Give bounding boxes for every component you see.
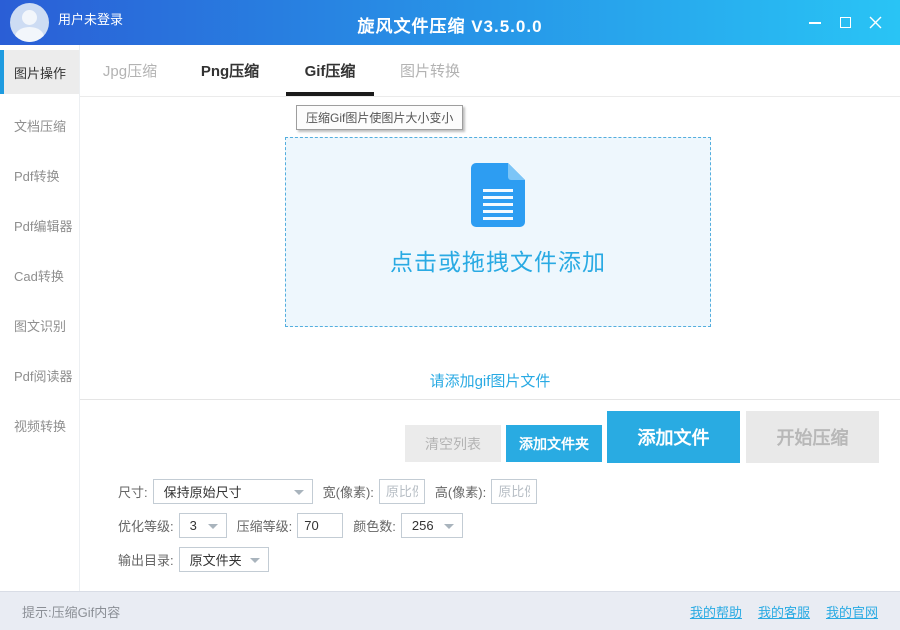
add-folder-button[interactable]: 添加文件夹 bbox=[506, 425, 602, 462]
compress-level-input[interactable] bbox=[297, 513, 343, 538]
quality-settings-row: 优化等级: 3 压缩等级: 颜色数: 256 bbox=[118, 513, 900, 538]
help-link[interactable]: 我的帮助 bbox=[690, 602, 742, 621]
tab-jpg-compress[interactable]: Jpg压缩 bbox=[80, 45, 180, 96]
optimize-dropdown[interactable]: 3 bbox=[179, 513, 227, 538]
status-bar: 提示:压缩Gif内容 我的帮助 我的客服 我的官网 bbox=[0, 591, 900, 630]
clear-list-button[interactable]: 清空列表 bbox=[405, 425, 501, 462]
minimize-icon bbox=[809, 22, 821, 24]
chevron-down-icon bbox=[294, 490, 304, 495]
title-bar: 用户未登录 旋风文件压缩 V3.5.0.0 bbox=[0, 0, 900, 45]
action-button-row: 清空列表 添加文件夹 添加文件 开始压缩 bbox=[80, 399, 900, 472]
sidebar-item-pdf-editor[interactable]: Pdf编辑器 bbox=[0, 200, 79, 250]
close-icon bbox=[869, 16, 882, 29]
tab-png-compress[interactable]: Png压缩 bbox=[180, 45, 280, 96]
output-dir-label: 输出目录: bbox=[118, 550, 174, 569]
compress-level-label: 压缩等级: bbox=[237, 516, 293, 535]
settings-panel: 尺寸: 保持原始尺寸 宽(像素): 高(像素): 优化等级: 3 bbox=[80, 472, 900, 591]
output-dir-dropdown[interactable]: 原文件夹 bbox=[179, 547, 269, 572]
official-site-link[interactable]: 我的官网 bbox=[826, 602, 878, 621]
tab-gif-compress[interactable]: Gif压缩 bbox=[280, 45, 380, 96]
sidebar-item-pdf-reader[interactable]: Pdf阅读器 bbox=[0, 350, 79, 400]
width-label: 宽(像素): bbox=[323, 482, 374, 501]
footer-links: 我的帮助 我的客服 我的官网 bbox=[690, 602, 878, 621]
main-content: Jpg压缩 Png压缩 Gif压缩 图片转换 压缩Gif图片使图片大小变小 bbox=[80, 45, 900, 591]
file-icon bbox=[471, 163, 525, 227]
sidebar-item-ocr[interactable]: 图文识别 bbox=[0, 300, 79, 350]
width-input[interactable] bbox=[379, 479, 425, 504]
add-file-button[interactable]: 添加文件 bbox=[607, 411, 740, 463]
sidebar: 图片操作 文档压缩 Pdf转换 Pdf编辑器 Cad转换 图文识别 Pdf阅读器… bbox=[0, 45, 80, 591]
close-button[interactable] bbox=[860, 8, 890, 38]
app-window: 用户未登录 旋风文件压缩 V3.5.0.0 图片操作 文档压缩 Pdf转换 Pd… bbox=[0, 0, 900, 630]
optimize-dropdown-value: 3 bbox=[190, 518, 197, 533]
chevron-down-icon bbox=[208, 524, 218, 529]
start-compress-button[interactable]: 开始压缩 bbox=[746, 411, 879, 463]
tab-image-convert[interactable]: 图片转换 bbox=[380, 45, 480, 96]
size-settings-row: 尺寸: 保持原始尺寸 宽(像素): 高(像素): bbox=[118, 479, 900, 504]
sidebar-item-doc-compress[interactable]: 文档压缩 bbox=[0, 100, 79, 150]
size-label: 尺寸: bbox=[118, 482, 148, 501]
colors-dropdown-value: 256 bbox=[412, 518, 434, 533]
sidebar-item-cad-convert[interactable]: Cad转换 bbox=[0, 250, 79, 300]
dropzone-label: 点击或拖拽文件添加 bbox=[390, 243, 606, 277]
workspace: 压缩Gif图片使图片大小变小 点击或拖拽文件添加 bbox=[80, 97, 900, 399]
sidebar-item-image-ops[interactable]: 图片操作 bbox=[0, 50, 79, 94]
minimize-button[interactable] bbox=[800, 8, 830, 38]
colors-dropdown[interactable]: 256 bbox=[401, 513, 463, 538]
height-label: 高(像素): bbox=[435, 482, 486, 501]
size-dropdown-value: 保持原始尺寸 bbox=[164, 482, 242, 501]
sidebar-item-video-convert[interactable]: 视频转换 bbox=[0, 400, 79, 450]
height-input[interactable] bbox=[491, 479, 537, 504]
sidebar-item-pdf-convert[interactable]: Pdf转换 bbox=[0, 150, 79, 200]
optimize-label: 优化等级: bbox=[118, 516, 174, 535]
window-controls bbox=[800, 0, 890, 45]
output-dir-dropdown-value: 原文件夹 bbox=[190, 550, 242, 569]
chevron-down-icon bbox=[250, 558, 260, 563]
add-gif-hint: 请添加gif图片文件 bbox=[80, 370, 900, 391]
maximize-icon bbox=[840, 17, 851, 28]
app-title: 旋风文件压缩 V3.5.0.0 bbox=[0, 12, 900, 37]
tab-tooltip: 压缩Gif图片使图片大小变小 bbox=[296, 105, 463, 130]
file-dropzone[interactable]: 点击或拖拽文件添加 bbox=[285, 137, 711, 327]
colors-label: 颜色数: bbox=[353, 516, 396, 535]
customer-service-link[interactable]: 我的客服 bbox=[758, 602, 810, 621]
tab-bar: Jpg压缩 Png压缩 Gif压缩 图片转换 bbox=[80, 45, 900, 97]
size-dropdown[interactable]: 保持原始尺寸 bbox=[153, 479, 313, 504]
maximize-button[interactable] bbox=[830, 8, 860, 38]
chevron-down-icon bbox=[444, 524, 454, 529]
status-tip: 提示:压缩Gif内容 bbox=[22, 602, 120, 621]
output-settings-row: 输出目录: 原文件夹 bbox=[118, 547, 900, 572]
